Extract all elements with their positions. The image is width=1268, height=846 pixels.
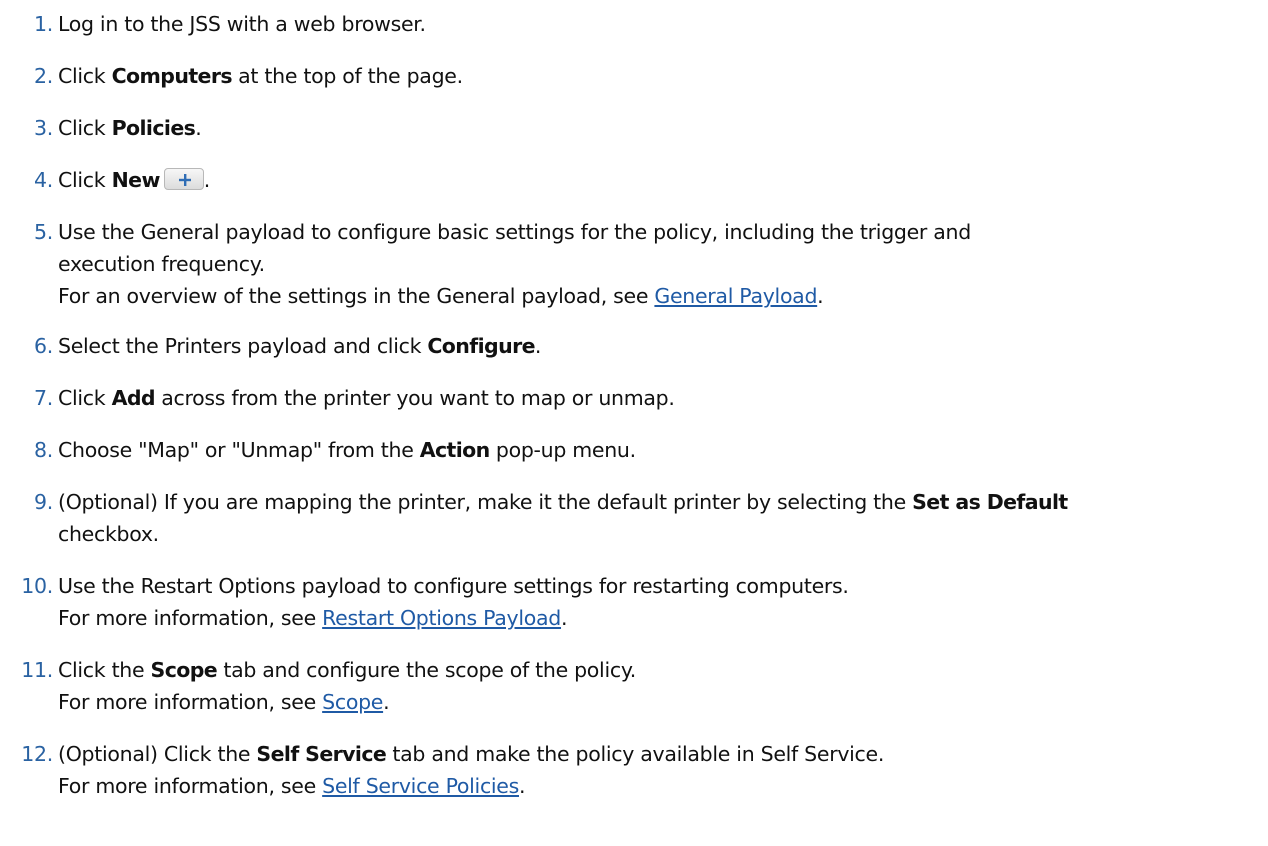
link-scope[interactable]: Scope [322,690,383,714]
step-text: Use the General payload to configure bas… [58,216,1268,248]
ui-term-scope: Scope [150,658,218,682]
ui-term-action: Action [419,438,491,462]
link-self-service-policies[interactable]: Self Service Policies [322,774,519,798]
step-number: 3. [34,116,53,140]
new-button-image [163,168,204,190]
ui-term-policies: Policies [111,116,196,140]
ui-term-new: New [111,168,161,192]
step-text-segment: Click the [58,658,151,682]
step-note: For more information, see Scope. [58,686,1268,718]
step-text: Use the Restart Options payload to confi… [58,570,1268,602]
step-text: Select the Printers payload and click Co… [58,330,1268,362]
step-text-segment: checkbox. [58,522,159,546]
step-text: Choose "Map" or "Unmap" from the Action … [58,434,1268,466]
step-text: Click Policies. [58,112,1268,144]
step-6: 6. Select the Printers payload and click… [0,330,1268,362]
step-text-segment: Use the General payload to configure bas… [58,220,971,244]
step-text-segment: . [534,334,542,358]
link-general-payload[interactable]: General Payload [654,284,817,308]
step-text-segment: Use the Restart Options payload to confi… [58,574,849,598]
step-text-segment: . [195,116,202,140]
step-text-segment: For an overview of the settings in the G… [58,284,655,308]
ui-term-set-as-default: Set as Default [912,490,1068,514]
step-11: 11. Click the Scope tab and configure th… [0,654,1268,718]
step-5: 5. Use the General payload to configure … [0,216,1268,312]
step-text-segment: Click [58,116,112,140]
step-text-segment: . [383,690,390,714]
ui-term-configure: Configure [427,334,535,358]
step-text-segment: pop-up menu. [489,438,636,462]
step-text-segment: For more information, see [58,774,323,798]
step-3: 3. Click Policies. [0,112,1268,144]
step-number: 11. [21,658,53,682]
step-text-segment: . [519,774,526,798]
step-text-segment: For more information, see [58,690,323,714]
step-note: For more information, see Self Service P… [58,770,1268,802]
step-number: 8. [34,438,53,462]
step-text-segment: . [203,168,211,192]
step-text: checkbox. [58,518,1268,550]
step-number: 5. [34,220,53,244]
step-text-segment: tab and make the policy available in Sel… [386,742,885,766]
step-text-segment: (Optional) If you are mapping the printe… [58,490,913,514]
step-number: 4. [34,168,53,192]
step-text: Click New. [58,164,1268,196]
ui-term-self-service: Self Service [256,742,387,766]
link-restart-options-payload[interactable]: Restart Options Payload [322,606,561,630]
step-text-segment: at the top of the page. [231,64,463,88]
step-text-segment: across from the printer you want to map … [155,386,675,410]
step-note: For more information, see Restart Option… [58,602,1268,634]
step-text-segment: Log in to the JSS with a web browser. [58,12,426,36]
step-text: Click the Scope tab and configure the sc… [58,654,1268,686]
step-text-segment: . [817,284,824,308]
step-number: 12. [21,742,53,766]
step-number: 7. [34,386,53,410]
step-number: 1. [34,12,53,36]
step-number: 6. [34,334,53,358]
step-number: 10. [21,574,53,598]
step-7: 7. Click Add across from the printer you… [0,382,1268,414]
step-number: 9. [34,490,53,514]
step-text: execution frequency. [58,248,1268,280]
step-text-segment: . [561,606,568,630]
step-10: 10. Use the Restart Options payload to c… [0,570,1268,634]
step-text-segment: Click [58,386,112,410]
ui-term-computers: Computers [111,64,233,88]
step-9: 9. (Optional) If you are mapping the pri… [0,486,1268,550]
step-text: Click Computers at the top of the page. [58,60,1268,92]
step-note: For an overview of the settings in the G… [58,280,1268,312]
step-text: (Optional) Click the Self Service tab an… [58,738,1268,770]
ui-term-add: Add [111,386,156,410]
step-text: Click Add across from the printer you wa… [58,382,1268,414]
step-1: 1. Log in to the JSS with a web browser. [0,8,1268,40]
plus-icon [178,174,191,186]
step-text-segment: Select the Printers payload and click [58,334,428,358]
step-number: 2. [34,64,53,88]
step-4: 4. Click New. [0,164,1268,196]
step-text: Log in to the JSS with a web browser. [58,8,1268,40]
step-text-segment: execution frequency. [58,252,265,276]
step-8: 8. Choose "Map" or "Unmap" from the Acti… [0,434,1268,466]
step-2: 2. Click Computers at the top of the pag… [0,60,1268,92]
step-text-segment: For more information, see [58,606,323,630]
step-text-segment: Choose "Map" or "Unmap" from the [58,438,420,462]
step-text-segment: Click [58,64,112,88]
step-text-segment: tab and configure the scope of the polic… [217,658,636,682]
procedure-steps: 1. Log in to the JSS with a web browser.… [0,0,1268,802]
step-12: 12. (Optional) Click the Self Service ta… [0,738,1268,802]
step-text-segment: (Optional) Click the [58,742,257,766]
step-text: (Optional) If you are mapping the printe… [58,486,1268,518]
step-text-segment: Click [58,168,112,192]
